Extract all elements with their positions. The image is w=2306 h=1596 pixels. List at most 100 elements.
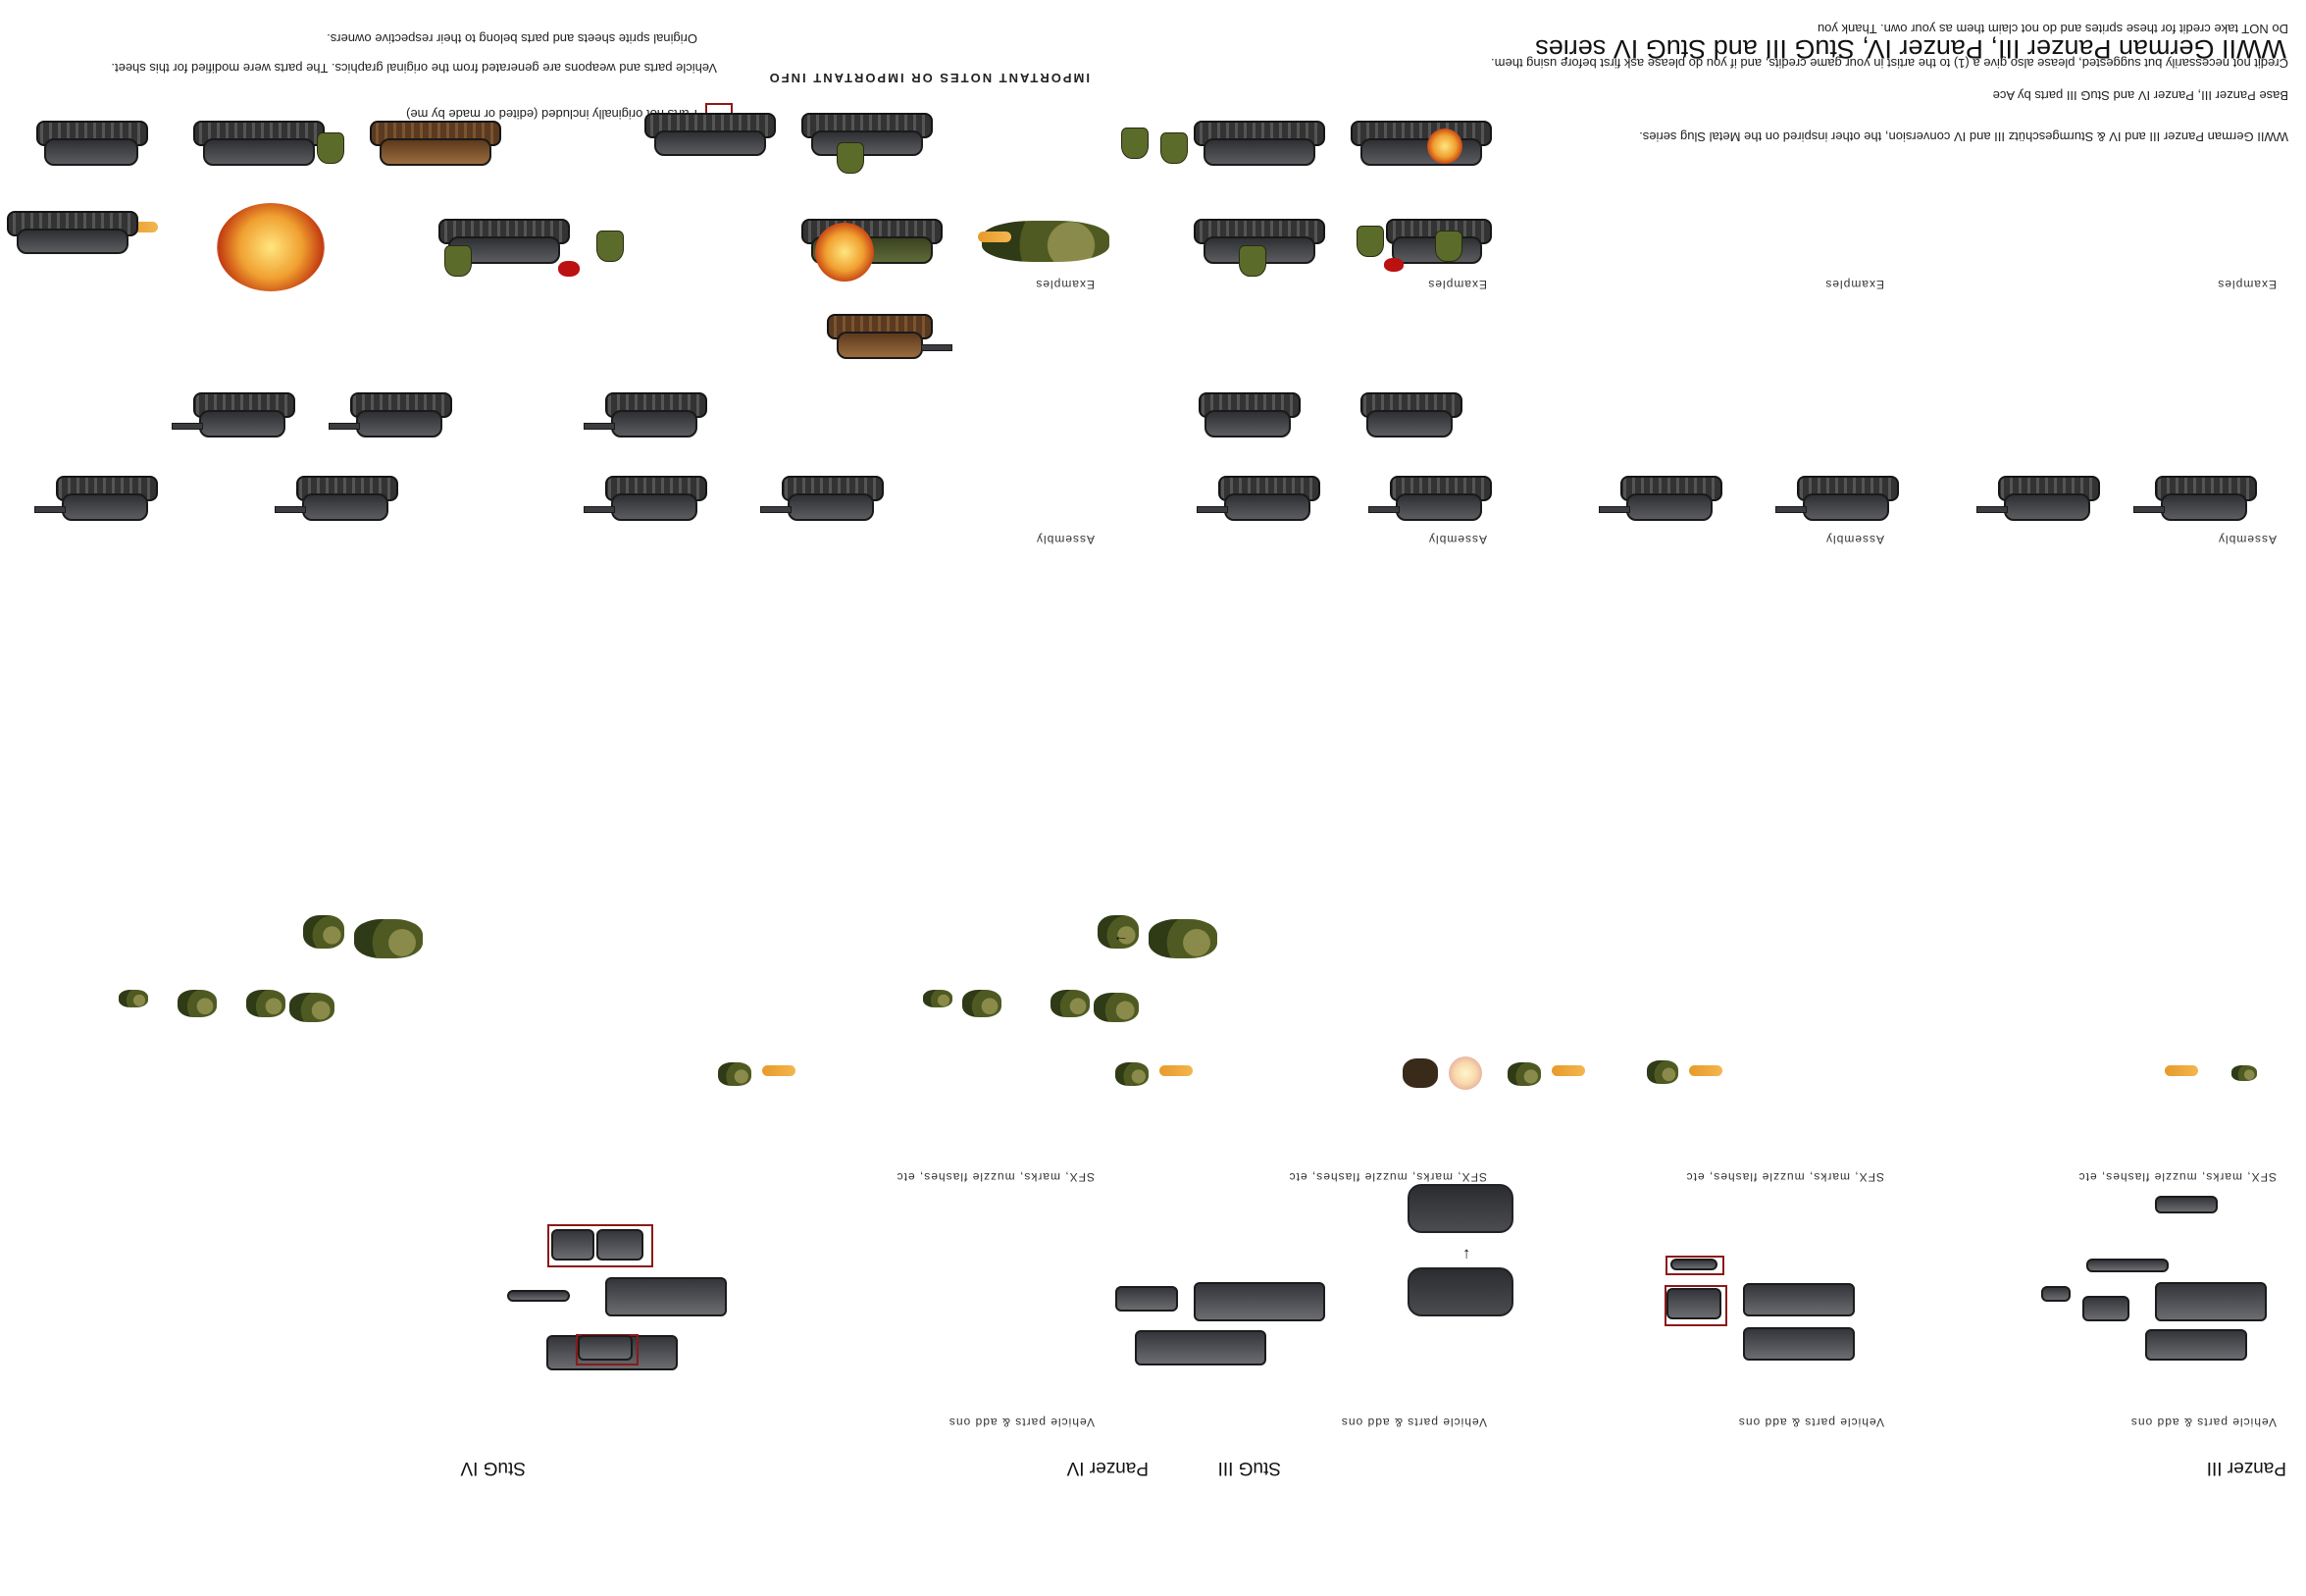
panzer-iv-track-part [1194, 1282, 1325, 1321]
examples-label-panzer-iii: Examples [2217, 278, 2277, 291]
arrow-icon: ↓ [1462, 1246, 1470, 1262]
fx-debris-1 [2231, 1065, 2257, 1081]
fx-shell-2 [1689, 1065, 1722, 1076]
camo-net-stug-iv-small [303, 915, 344, 949]
fx-label-panzer-iv: SFX, marks, muzzle flashes, etc [1288, 1170, 1487, 1184]
example-tank-rust [354, 120, 501, 174]
panzer-iv-hull-part [1135, 1330, 1266, 1365]
examples-label-stug-iii: Examples [1824, 278, 1884, 291]
camo-stug-iv-3 [178, 990, 217, 1017]
stug-iii-schurzen-part [1666, 1288, 1721, 1319]
assembly-label-stug-iii: Assembly [1824, 533, 1884, 546]
fx-debris-3 [1508, 1062, 1541, 1086]
column-header-panzer-iv: Panzer IV [1066, 1458, 1149, 1478]
assembly-tank-12 [1193, 392, 1301, 443]
assembly-label-stug-iv: Assembly [1035, 533, 1095, 546]
assembly-tank-rust [815, 314, 952, 365]
example-muzzle-1 [1427, 129, 1462, 164]
stug-iii-barrel-part [1670, 1259, 1717, 1270]
panzer-iii-turret-part [2082, 1296, 2129, 1321]
example-soldier-3 [1239, 245, 1266, 277]
example-soldier-4 [596, 231, 624, 262]
intro-line-1: WWII German Panzer III and IV & Sturmges… [1639, 129, 2288, 144]
arrow-left-icon: → [1113, 932, 1129, 949]
assembly-tank-11 [1355, 392, 1462, 443]
sprite-sheet: WWII German Panzer III, Panzer IV, StuG … [0, 0, 2306, 1596]
example-explosion-1 [815, 223, 874, 282]
example-soldier-6 [1160, 132, 1188, 164]
fx-debris-2 [1647, 1060, 1678, 1084]
example-soldier-2 [1357, 226, 1384, 257]
panzer-iv-schurzen-part-b [551, 1229, 594, 1261]
example-soldier-1 [1435, 231, 1462, 262]
example-tank-5 [0, 211, 138, 262]
fx-shell-4 [1159, 1065, 1193, 1076]
camo-net-stug-iii-large [1149, 919, 1217, 958]
panzer-iv-schurzen-part-a [596, 1229, 643, 1261]
fx-shell-1 [2165, 1065, 2198, 1076]
example-blood-2 [558, 261, 580, 277]
example-soldier-9 [317, 132, 344, 164]
camo-stug-iii-2 [1051, 990, 1090, 1017]
fx-label-stug-iv: SFX, marks, muzzle flashes, etc [896, 1170, 1095, 1184]
panzer-iii-barrel-part [2086, 1259, 2169, 1272]
camo-stug-iii-3 [962, 990, 1001, 1017]
assembly-label-panzer-iii: Assembly [2217, 533, 2277, 546]
examples-label-panzer-iv: Examples [1427, 278, 1487, 291]
assembly-tank-6 [34, 476, 158, 527]
important-line-1: Vehicle parts and weapons are generated … [111, 61, 717, 76]
fx-shell-5 [762, 1065, 795, 1076]
examples-label-stug-iv: Examples [1035, 278, 1095, 291]
example-tank-6 [1335, 120, 1492, 174]
camo-stug-iv-4 [119, 990, 148, 1007]
panzer-iii-track-part [2155, 1282, 2267, 1321]
intro-line-3: Credit not necessarily but suggested, pl… [1491, 56, 2288, 71]
intro-line-4: Do NOT take credit for these sprites and… [1817, 22, 2288, 36]
assembly-tank-4 [584, 476, 707, 527]
fx-debris-4 [1115, 1062, 1149, 1086]
assembly-tank-9 [1775, 476, 1899, 527]
fx-label-panzer-iii: SFX, marks, muzzle flashes, etc [2077, 1170, 2277, 1184]
assembly-tank-5 [275, 476, 398, 527]
example-tank-11 [21, 120, 148, 174]
assembly-tank-8 [1976, 476, 2100, 527]
column-header-stug-iii: StuG III [1217, 1458, 1281, 1478]
camo-stug-iii-1 [1094, 993, 1139, 1022]
assembly-tank-3 [760, 476, 884, 527]
parts-label-stug-iii: Vehicle parts & add ons [1737, 1416, 1884, 1429]
camo-stug-iv-1 [289, 993, 334, 1022]
fx-debris-5 [718, 1062, 751, 1086]
panzer-iii-fender-part [2155, 1196, 2218, 1213]
fx-shell-3 [1552, 1065, 1585, 1076]
important-line-2: Original sprite sheets and parts belong … [327, 31, 697, 46]
parts-label-panzer-iv: Vehicle parts & add ons [1340, 1416, 1487, 1429]
fx-smoke [1403, 1058, 1438, 1088]
example-soldier-7 [1121, 128, 1149, 159]
parts-label-panzer-iii: Vehicle parts & add ons [2129, 1416, 2277, 1429]
assembly-tank-2 [1197, 476, 1320, 527]
fx-label-stug-iii: SFX, marks, muzzle flashes, etc [1685, 1170, 1884, 1184]
stug-iii-track-part [1743, 1283, 1855, 1316]
parts-label-stug-iv: Vehicle parts & add ons [948, 1416, 1095, 1429]
example-tank-9 [629, 113, 776, 164]
fx-muzzle-ring [1449, 1056, 1482, 1090]
hull-schematic-before [1408, 1267, 1513, 1316]
panzer-iv-turret-part [1115, 1286, 1178, 1312]
assembly-tank-1 [1368, 476, 1492, 527]
example-tank-10 [178, 120, 325, 174]
example-tank-7 [1178, 120, 1325, 174]
stug-iv-schurzen-part [578, 1335, 633, 1361]
column-header-panzer-iii: Panzer III [2206, 1458, 2286, 1478]
example-soldier-8 [837, 142, 864, 174]
stug-iv-barrel-part [507, 1290, 570, 1302]
important-title: IMPORTANT NOTES OR IMPORTANT INFO [767, 71, 1090, 85]
assembly-tank-14 [329, 392, 452, 443]
assembly-tank-7 [2133, 476, 2257, 527]
panzer-iii-hull-part [2145, 1329, 2247, 1361]
stug-iv-track-part [605, 1277, 727, 1316]
stug-iii-hull-part [1743, 1327, 1855, 1361]
panzer-iii-hatch-part [2041, 1286, 2071, 1302]
hull-schematic-after [1408, 1184, 1513, 1233]
example-shell-1 [978, 232, 1011, 242]
column-header-stug-iv: StuG IV [460, 1458, 526, 1478]
